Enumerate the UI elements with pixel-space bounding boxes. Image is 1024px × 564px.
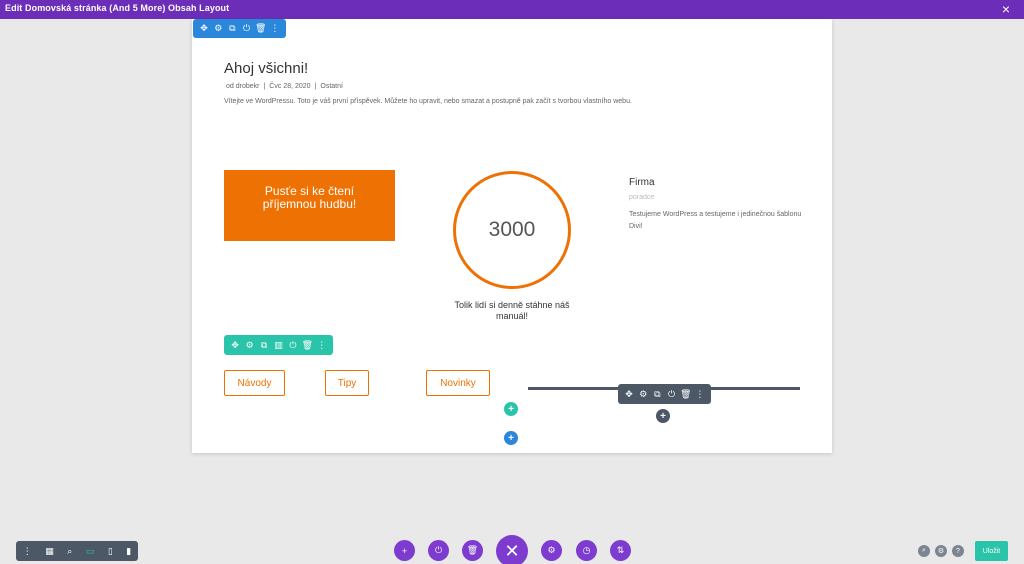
trash-icon[interactable]: 🗑 (462, 540, 483, 561)
menu-icon[interactable]: ⋮ (23, 546, 32, 557)
meta-separator: | (263, 83, 266, 90)
add-icon[interactable]: + (394, 540, 415, 561)
navody-button[interactable]: Návody (224, 370, 285, 396)
save-button[interactable]: Uložit (975, 541, 1008, 561)
meta-separator: | (314, 83, 317, 90)
desktop-icon[interactable]: ▭ (86, 546, 95, 557)
view-mode-toolbar: ⋮ ▦ ⌕ ▭ ▯ ▮ (16, 541, 138, 561)
post-excerpt: Vítejte ve WordPressu. Toto je váš první… (224, 98, 632, 105)
more-icon[interactable]: ⋮ (693, 389, 707, 400)
novinky-button[interactable]: Novinky (426, 370, 490, 396)
move-icon[interactable]: ✥ (228, 340, 242, 351)
page-settings-icon[interactable]: ⚙ (541, 540, 562, 561)
circle-counter[interactable]: 3000 (453, 171, 571, 289)
settings-icon[interactable]: ⚙ (636, 389, 650, 400)
blurb-title: Firma (629, 177, 655, 188)
more-icon[interactable]: ⋮ (315, 340, 329, 351)
wireframe-icon[interactable]: ▦ (45, 546, 54, 557)
sort-icon[interactable]: ⇅ (610, 540, 631, 561)
counter-value: 3000 (488, 218, 536, 241)
duplicate-icon[interactable]: ⧉ (650, 389, 664, 400)
tablet-icon[interactable]: ▯ (108, 546, 113, 557)
help-icon[interactable]: ? (952, 545, 964, 557)
duplicate-icon[interactable]: ⧉ (225, 23, 239, 34)
post-meta: od drobekr | Čvc 28, 2020 | Ostatní (224, 83, 345, 90)
columns-icon[interactable]: ▥ (271, 340, 285, 351)
duplicate-icon[interactable]: ⧉ (257, 340, 271, 351)
counter-caption: Tolik lidí si denně stáhne náš manuál! (454, 300, 570, 321)
move-icon[interactable]: ✥ (197, 23, 211, 34)
trash-icon[interactable]: 🗑 (300, 340, 314, 351)
post-category[interactable]: Ostatní (320, 83, 343, 90)
power-icon[interactable]: ⏻ (286, 340, 300, 351)
phone-icon[interactable]: ▮ (126, 546, 131, 557)
section-toolbar: ✥ ⚙ ⧉ ⏻ 🗑 ⋮ (193, 19, 286, 38)
search-icon[interactable]: ⌕ (918, 545, 930, 557)
post-author[interactable]: od drobekr (226, 83, 259, 90)
builder-title: Edit Domovská stránka (And 5 More) Obsah… (5, 3, 230, 13)
row-toolbar: ✥ ⚙ ⧉ ▥ ⏻ 🗑 ⋮ (224, 335, 333, 355)
power-icon[interactable]: ⏻ (428, 540, 449, 561)
add-module-icon[interactable]: + (656, 409, 670, 423)
portability-icon[interactable]: ⚙ (935, 545, 947, 557)
post-title[interactable]: Ahoj všichni! (224, 60, 308, 77)
settings-icon[interactable]: ⚙ (243, 340, 257, 351)
close-icon[interactable]: × (1002, 1, 1010, 17)
move-icon[interactable]: ✥ (622, 389, 636, 400)
cta-text: Pusťe si ke čtení příjemnou hudbu! (262, 184, 357, 211)
module-toolbar: ✥ ⚙ ⧉ ⏻ 🗑 ⋮ (618, 384, 711, 404)
trash-icon[interactable]: 🗑 (254, 23, 268, 34)
power-icon[interactable]: ⏻ (665, 389, 679, 400)
zoom-icon[interactable]: ⌕ (67, 546, 72, 557)
blurb-text: Testujeme WordPress a testujeme i jedine… (629, 211, 802, 230)
blurb-subtitle: poradce (629, 194, 655, 201)
add-section-icon[interactable]: + (504, 431, 518, 445)
tipy-button[interactable]: Tipy (325, 370, 369, 396)
power-icon[interactable]: ⏻ (240, 23, 254, 34)
settings-icon[interactable]: ⚙ (211, 23, 225, 34)
close-settings-icon[interactable]: ✕ (496, 535, 528, 564)
add-row-icon[interactable]: + (504, 402, 518, 416)
post-date: Čvc 28, 2020 (269, 83, 311, 90)
trash-icon[interactable]: 🗑 (679, 389, 693, 400)
cta-module[interactable]: Pusťe si ke čtení příjemnou hudbu! (224, 170, 395, 241)
history-icon[interactable]: ◷ (576, 540, 597, 561)
more-icon[interactable]: ⋮ (268, 23, 282, 34)
builder-topbar: Edit Domovská stránka (And 5 More) Obsah… (0, 0, 1024, 19)
